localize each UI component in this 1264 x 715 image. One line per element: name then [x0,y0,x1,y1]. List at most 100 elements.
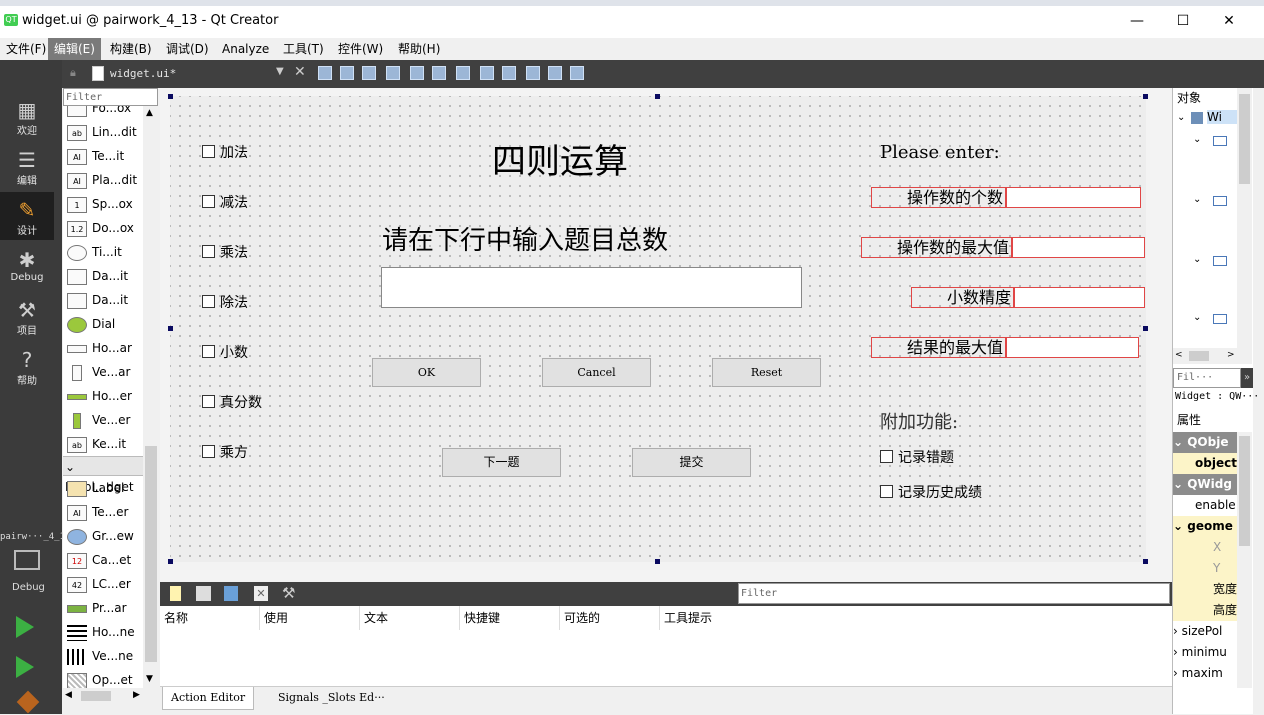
column-name[interactable]: 名称 [160,606,260,630]
mode-projects[interactable]: ⚒ 项目 [0,292,54,340]
scroll-thumb[interactable] [145,446,157,662]
checkbox-fraction[interactable]: 真分数 [202,394,262,412]
layout-vertical-icon[interactable] [432,66,446,80]
menu-debug[interactable]: 调试(D) [160,38,215,60]
scroll-left-icon[interactable]: ◀ [65,690,72,700]
menu-analyze[interactable]: Analyze [216,38,275,60]
monitor-icon[interactable] [14,550,40,570]
resize-handle[interactable] [168,326,173,331]
operand-count-input[interactable] [1006,187,1141,208]
widget-item[interactable]: AI Pla...dit [67,168,137,192]
checkbox-subtract[interactable]: 减法 [202,194,248,212]
maximize-button[interactable]: ☐ [1160,6,1206,36]
scroll-thumb[interactable] [1239,436,1250,546]
checkbox-record-history[interactable]: 记录历史成绩 [880,484,982,502]
chevron-right-icon[interactable]: » [1241,368,1253,388]
break-layout-icon[interactable] [548,66,562,80]
widget-item[interactable]: Ve...ne [67,644,133,668]
adjust-size-icon[interactable] [570,66,584,80]
widget-item[interactable]: 1 Sp...ox [67,192,133,216]
minimize-button[interactable]: — [1114,6,1160,36]
tab-action-editor[interactable]: Action Editor [162,687,255,710]
object-scrollbar[interactable] [1237,88,1252,364]
property-y[interactable]: Y [1173,558,1237,579]
property-x[interactable]: X [1173,537,1237,558]
debug-run-icon[interactable] [16,656,34,678]
widget-filter-input[interactable]: Filter [63,88,158,106]
next-question-button[interactable]: 下一题 [442,448,561,477]
property-enabled[interactable]: enable [1173,495,1237,516]
widget-item[interactable]: Gr...ew [67,524,134,548]
checkbox-multiply[interactable]: 乘法 [202,244,248,262]
property-filter-input[interactable]: Fil··· [1173,368,1241,388]
menu-help[interactable]: 帮助(H) [392,38,446,60]
column-text[interactable]: 文本 [360,606,460,630]
action-filter-input[interactable]: Filter [738,583,1170,604]
widget-item[interactable]: Ho...ar [67,336,132,360]
scroll-left-icon[interactable]: < [1175,350,1183,360]
widget-item[interactable]: Op...et [67,668,133,688]
widget-item[interactable]: ab Lin...dit [67,120,137,144]
widget-item[interactable]: Da...it [67,288,128,312]
menu-edit[interactable]: 编辑(E) [48,38,101,60]
paste-action-icon[interactable] [224,586,238,601]
scroll-thumb[interactable] [81,691,111,701]
build-hammer-icon[interactable] [16,690,40,714]
widget-category-display[interactable]: ⌄ Displ...dget [63,456,143,494]
result-max-input[interactable] [1006,337,1139,358]
widget-item[interactable]: Ho...ne [67,620,135,644]
operand-max-input[interactable] [1012,237,1145,258]
checkbox-add[interactable]: 加法 [202,144,248,162]
delete-action-icon[interactable]: ✕ [254,586,268,601]
decimal-precision-input[interactable] [1014,287,1145,308]
column-used[interactable]: 使用 [260,606,360,630]
editor-tab[interactable]: widget.ui* [110,64,176,84]
widget-item[interactable]: Fo...ox [67,106,131,120]
close-button[interactable]: ✕ [1206,6,1252,36]
resize-handle[interactable] [1143,559,1148,564]
widget-item[interactable]: Ve...ar [67,360,130,384]
scroll-thumb[interactable] [1239,94,1250,184]
scroll-down-icon[interactable]: ▼ [146,674,153,684]
configure-icon[interactable]: ⚒ [282,584,295,602]
edit-signals-icon[interactable] [340,66,354,80]
chevron-down-icon[interactable]: ⌄ [1193,134,1201,145]
widget-item[interactable]: ab Ke...it [67,432,126,456]
menu-tools[interactable]: 工具(T) [277,38,330,60]
property-width[interactable]: 宽度 [1173,579,1237,600]
layout-grid-icon[interactable] [526,66,540,80]
layout-horizontal-icon[interactable] [410,66,424,80]
chevron-down-icon[interactable]: ⌄ [1193,254,1201,265]
tab-signals-slots[interactable]: Signals _Slots Ed··· [270,687,393,709]
form-widget[interactable]: 四则运算 加法 减法 乘法 除法 小数 真分数 乘方 请在下行中输入题目总数 O… [170,96,1146,562]
widget-item[interactable]: AI Te...er [67,500,128,524]
property-maximumsize[interactable]: › maxim [1173,663,1237,684]
close-tab-icon[interactable]: ✕ [294,64,306,80]
mode-design[interactable]: ✎ 设计 [0,192,54,240]
widget-item[interactable]: Ve...er [67,408,130,432]
root-object[interactable]: Wi [1207,110,1237,124]
object-hscrollbar[interactable]: < > [1173,348,1237,364]
widget-item[interactable]: AI Te...it [67,144,124,168]
chevron-down-icon[interactable]: ⌄ [1193,194,1201,205]
layout-v-splitter-icon[interactable] [480,66,494,80]
widget-box-hscrollbar[interactable]: ◀ ▶ [63,688,159,704]
property-objectname[interactable]: object [1173,453,1237,474]
column-shortcut[interactable]: 快捷键 [460,606,560,630]
checkbox-decimal[interactable]: 小数 [202,344,248,362]
scroll-thumb[interactable] [1189,351,1209,361]
mode-debug[interactable]: ✱ Debug [0,242,54,290]
chevron-down-icon[interactable]: ▼ [276,66,284,77]
cancel-button[interactable]: Cancel [542,358,651,387]
property-minimumsize[interactable]: › minimu [1173,642,1237,663]
layout-h-splitter-icon[interactable] [456,66,470,80]
widget-item[interactable]: 1.2 Do...ox [67,216,134,240]
checkbox-power[interactable]: 乘方 [202,444,248,462]
widget-item[interactable]: Ti...it [67,240,122,264]
menu-controls[interactable]: 控件(W) [332,38,389,60]
widget-item[interactable]: Pr...ar [67,596,127,620]
edit-tab-order-icon[interactable] [386,66,400,80]
chevron-down-icon[interactable]: ⌄ [1177,112,1185,123]
ok-button[interactable]: OK [372,358,481,387]
column-checkable[interactable]: 可选的 [560,606,660,630]
